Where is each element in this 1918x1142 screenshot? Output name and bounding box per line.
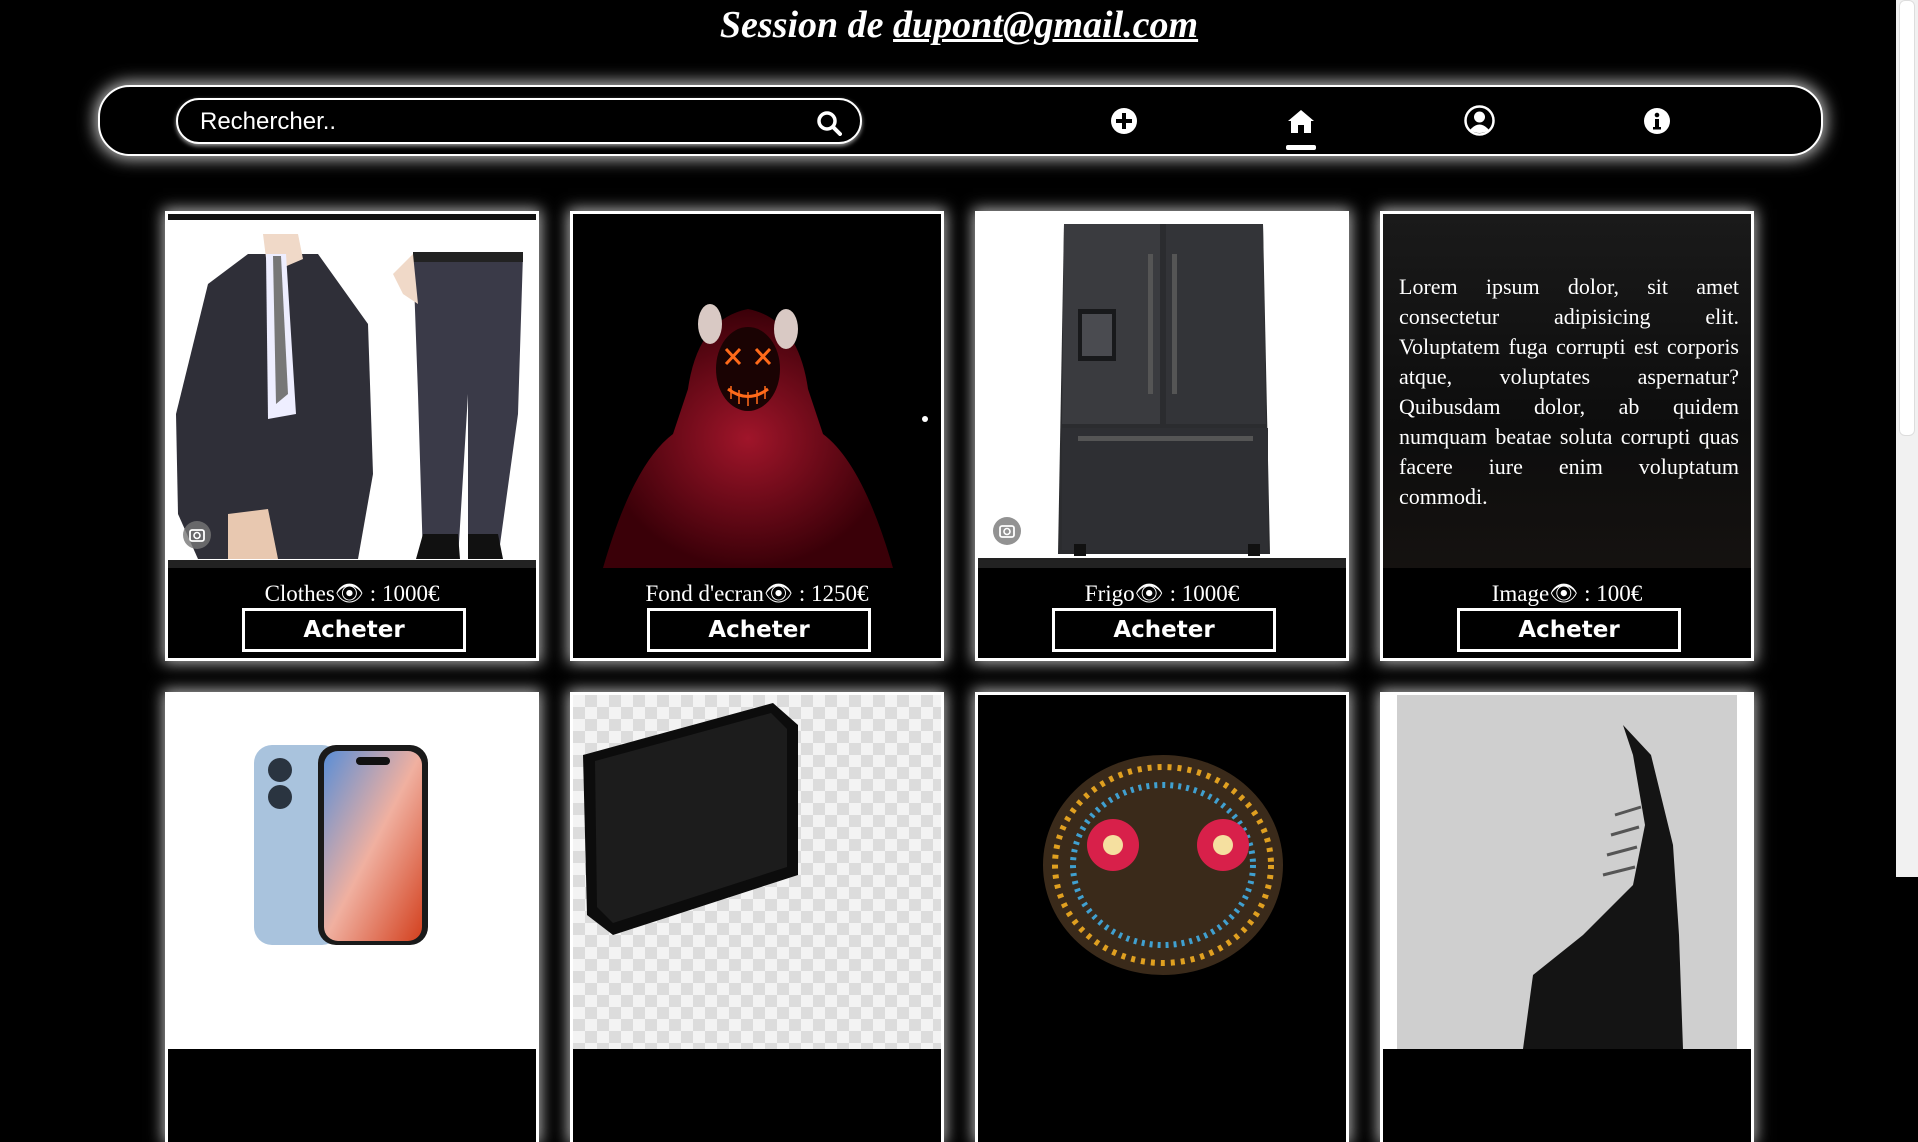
buy-button[interactable]: Acheter bbox=[1457, 608, 1681, 652]
lens-icon[interactable] bbox=[182, 520, 212, 550]
session-prefix: Session de bbox=[719, 4, 884, 46]
product-card bbox=[975, 692, 1349, 1142]
home-icon[interactable] bbox=[1287, 107, 1315, 135]
eye-icon[interactable]: 👁 bbox=[335, 581, 364, 606]
search-icon[interactable] bbox=[816, 110, 842, 136]
decorated-skull-image bbox=[978, 695, 1346, 1049]
buy-button[interactable]: Acheter bbox=[647, 608, 871, 652]
refrigerator-image bbox=[978, 214, 1346, 568]
product-price: 1000€ bbox=[381, 581, 440, 606]
eye-icon[interactable]: 👁 bbox=[1549, 581, 1578, 606]
product-card: Clothes👁 : 1000€ Acheter bbox=[165, 211, 539, 661]
hooded-figure-image bbox=[573, 214, 941, 568]
info-circle-icon[interactable] bbox=[1643, 107, 1671, 135]
product-price: 1250€ bbox=[811, 581, 869, 606]
product-card bbox=[570, 692, 944, 1142]
suit-image bbox=[168, 214, 536, 568]
buy-button[interactable]: Acheter bbox=[242, 608, 466, 652]
navbar bbox=[98, 85, 1823, 156]
leather-shoe-image bbox=[1383, 695, 1751, 1049]
product-card bbox=[165, 692, 539, 1142]
product-info: Frigo👁 : 1000€ bbox=[1084, 581, 1240, 606]
product-name: Clothes bbox=[264, 581, 335, 606]
scrollbar-thumb[interactable] bbox=[1899, 0, 1915, 436]
eye-icon[interactable]: 👁 bbox=[764, 581, 793, 606]
smartphone-image bbox=[168, 695, 536, 1049]
product-card: Lorem ipsum dolor, sit amet consectetur … bbox=[1380, 211, 1754, 661]
product-card: Fond d'ecran👁 : 1250€ Acheter bbox=[570, 211, 944, 661]
product-name: Fond d'ecran bbox=[645, 581, 764, 606]
product-card: Frigo👁 : 1000€ Acheter bbox=[975, 211, 1349, 661]
eye-icon[interactable]: 👁 bbox=[1135, 581, 1164, 606]
product-name: Frigo bbox=[1084, 581, 1135, 606]
product-name: Image bbox=[1491, 581, 1550, 606]
active-nav-indicator bbox=[1286, 145, 1316, 150]
plus-circle-icon[interactable] bbox=[1110, 107, 1138, 135]
vertical-scrollbar[interactable] bbox=[1896, 0, 1918, 877]
product-price: 1000€ bbox=[1181, 581, 1240, 606]
product-info: Fond d'ecran👁 : 1250€ bbox=[645, 581, 869, 606]
laptop-image bbox=[573, 695, 941, 1049]
product-info: Image👁 : 100€ bbox=[1491, 581, 1643, 606]
product-info: Clothes👁 : 1000€ bbox=[264, 581, 440, 606]
product-card bbox=[1380, 692, 1754, 1142]
product-description: Lorem ipsum dolor, sit amet consectetur … bbox=[1399, 274, 1739, 509]
buy-button[interactable]: Acheter bbox=[1052, 608, 1276, 652]
search-box bbox=[176, 98, 862, 144]
dark-background-image: Lorem ipsum dolor, sit amet consectetur … bbox=[1383, 214, 1751, 568]
session-title: Session de dupont@gmail.com bbox=[0, 0, 1918, 52]
session-email-link[interactable]: dupont@gmail.com bbox=[893, 4, 1198, 46]
user-circle-icon[interactable] bbox=[1464, 105, 1495, 136]
product-price: 100€ bbox=[1596, 581, 1643, 606]
lens-icon[interactable] bbox=[992, 516, 1022, 546]
search-input[interactable] bbox=[198, 106, 792, 138]
